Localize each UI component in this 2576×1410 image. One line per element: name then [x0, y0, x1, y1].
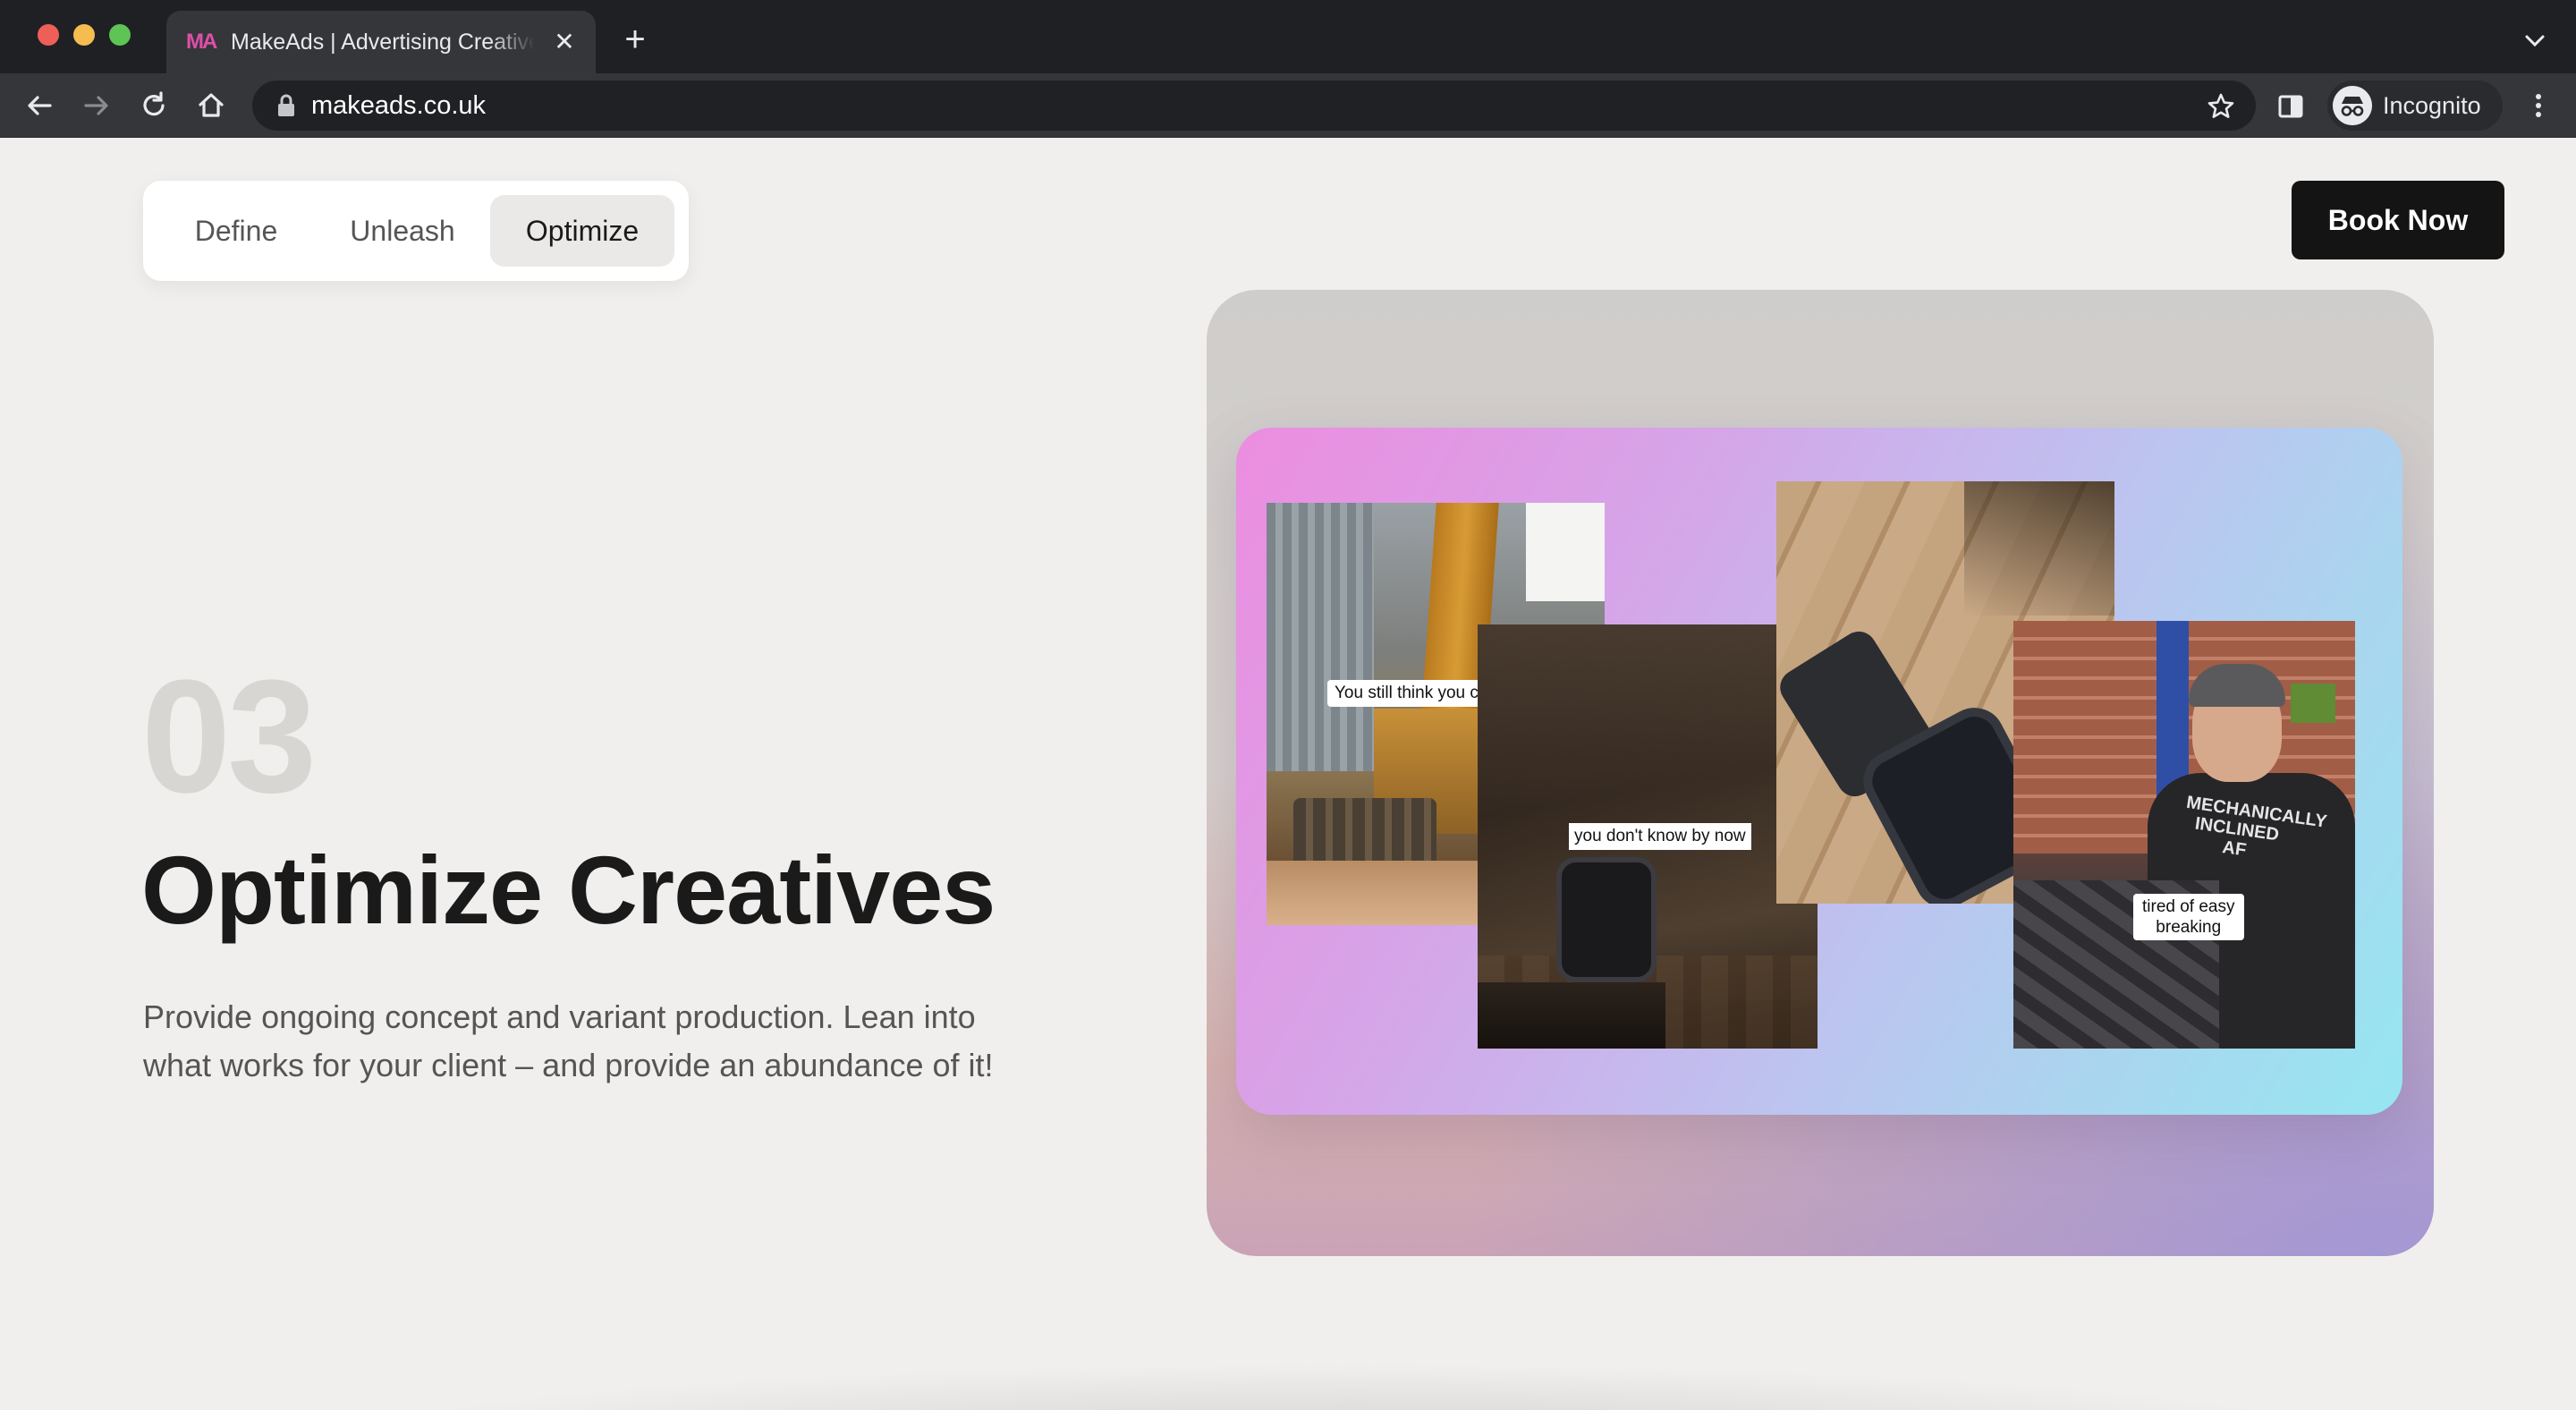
tab-title: MakeAds | Advertising Creative	[231, 30, 535, 55]
browser-tab[interactable]: MA MakeAds | Advertising Creative ✕	[166, 11, 596, 73]
tab-optimize[interactable]: Optimize	[490, 195, 674, 267]
forward-icon[interactable]	[77, 86, 116, 125]
favicon-icon: MA	[186, 30, 217, 55]
window-close-button[interactable]	[38, 24, 59, 46]
plus-icon[interactable]: +	[617, 21, 653, 59]
sky-shape	[1526, 503, 1605, 601]
incognito-icon	[2333, 86, 2372, 125]
browser-tab-bar: MA MakeAds | Advertising Creative ✕ +	[0, 0, 2576, 73]
gradient-card: You still think you can't you don't know…	[1236, 428, 2402, 1115]
tool-shape	[1478, 982, 1665, 1049]
book-now-button[interactable]: Book Now	[2292, 181, 2504, 259]
tab-unleash[interactable]: Unleash	[322, 195, 483, 267]
profile-label: Incognito	[2383, 92, 2481, 119]
address-bar[interactable]: makeads.co.uk	[252, 81, 2256, 131]
creative-thumbnail-mechanic[interactable]: MECHANICALLY INCLINED AF tired of easy b…	[2013, 621, 2355, 1049]
side-panel-icon[interactable]	[2275, 91, 2306, 122]
browser-toolbar: makeads.co.uk Incognito	[0, 73, 2576, 138]
window-minimize-button[interactable]	[73, 24, 95, 46]
plant-shape	[2291, 684, 2335, 723]
shadow-shape	[1964, 481, 2114, 616]
reload-icon[interactable]	[134, 86, 174, 125]
tab-define[interactable]: Define	[161, 195, 311, 267]
lock-icon[interactable]	[275, 93, 297, 118]
section-title: Optimize Creatives	[141, 836, 996, 944]
caption-label: tired of easy breaking	[2133, 894, 2244, 940]
incognito-profile-button[interactable]: Incognito	[2327, 81, 2503, 131]
section-description: Provide ongoing concept and variant prod…	[143, 998, 994, 1083]
favicon-text: MA	[186, 30, 217, 54]
building-shape	[1267, 503, 1374, 771]
section-number: 03	[141, 647, 317, 827]
star-icon[interactable]	[2206, 91, 2236, 122]
watch-shape	[1556, 857, 1657, 982]
close-icon[interactable]: ✕	[551, 29, 578, 55]
home-icon[interactable]	[191, 86, 231, 125]
creative-showcase: You still think you can't you don't know…	[1207, 290, 2434, 1256]
creative-thumbnail-watch-table[interactable]: you don't know by now	[1478, 624, 1818, 1049]
page-content: Define Unleash Optimize Book Now 03 Opti…	[0, 138, 2576, 1410]
menu-icon[interactable]	[2522, 89, 2555, 122]
caption-label: you don't know by now	[1569, 823, 1751, 850]
chevron-down-icon[interactable]	[2519, 25, 2551, 57]
window-maximize-button[interactable]	[109, 24, 131, 46]
url-text: makeads.co.uk	[311, 91, 487, 120]
back-icon[interactable]	[20, 86, 59, 125]
step-tabs: Define Unleash Optimize	[143, 181, 689, 281]
next-section-shadow	[322, 1363, 2379, 1410]
